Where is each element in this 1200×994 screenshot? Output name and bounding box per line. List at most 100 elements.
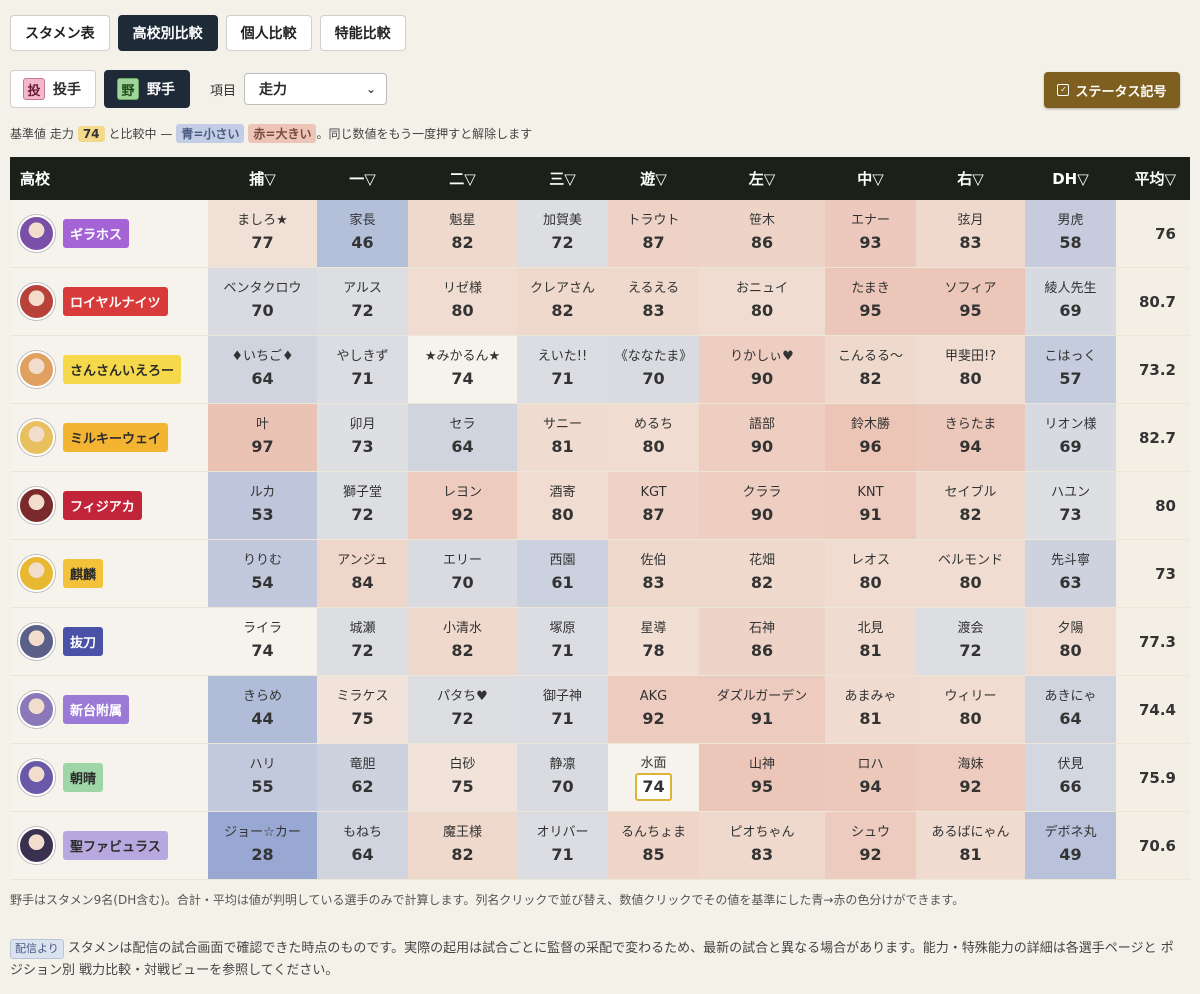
stat-value[interactable]: 86 xyxy=(751,641,773,660)
stat-value[interactable]: 54 xyxy=(251,573,273,592)
player-cell[interactable]: おニュイ 80 xyxy=(699,267,825,336)
stat-value[interactable]: 64 xyxy=(351,845,373,864)
player-cell[interactable]: 星導 78 xyxy=(608,607,699,676)
player-cell[interactable]: 綾人先生 69 xyxy=(1025,267,1116,336)
player-cell[interactable]: ベルモンド 80 xyxy=(916,539,1025,608)
player-cell[interactable]: 竜胆 62 xyxy=(317,743,408,812)
player-cell[interactable]: あまみゃ 81 xyxy=(825,675,916,744)
col-header-4[interactable]: 三▽ xyxy=(517,157,608,200)
player-cell[interactable]: えるえる 83 xyxy=(608,267,699,336)
player-cell[interactable]: 甲斐田!? 80 xyxy=(916,335,1025,404)
stat-value[interactable]: 92 xyxy=(642,709,664,728)
stat-value[interactable]: 74 xyxy=(635,772,672,801)
player-cell[interactable]: ダズルガーデン 91 xyxy=(699,675,825,744)
stat-value[interactable]: 80 xyxy=(859,573,881,592)
player-cell[interactable]: クララ 90 xyxy=(699,471,825,540)
player-cell[interactable]: セラ 64 xyxy=(408,403,517,472)
stat-value[interactable]: 95 xyxy=(751,777,773,796)
stat-value[interactable]: 28 xyxy=(251,845,273,864)
player-cell[interactable]: 魁星 82 xyxy=(408,200,517,268)
player-cell[interactable]: 酒寄 80 xyxy=(517,471,608,540)
pitcher-toggle[interactable]: 投 投手 xyxy=(10,70,96,108)
player-cell[interactable]: こんるる〜 82 xyxy=(825,335,916,404)
player-cell[interactable]: アンジュ 84 xyxy=(317,539,408,608)
player-cell[interactable]: AKG 92 xyxy=(608,675,699,744)
player-cell[interactable]: ベンタクロウ 70 xyxy=(208,267,317,336)
stat-value[interactable]: 71 xyxy=(551,369,573,388)
player-cell[interactable]: きらたま 94 xyxy=(916,403,1025,472)
player-cell[interactable]: こはっく 57 xyxy=(1025,335,1116,404)
stat-value[interactable]: 73 xyxy=(1059,505,1081,524)
stat-value[interactable]: 83 xyxy=(751,845,773,864)
player-cell[interactable]: 佐伯 83 xyxy=(608,539,699,608)
stat-value[interactable]: 63 xyxy=(1059,573,1081,592)
stat-value[interactable]: 77 xyxy=(251,233,273,252)
player-cell[interactable]: 獅子堂 72 xyxy=(317,471,408,540)
player-cell[interactable]: レヨン 92 xyxy=(408,471,517,540)
stat-value[interactable]: 81 xyxy=(959,845,981,864)
player-cell[interactable]: 小清水 82 xyxy=(408,607,517,676)
stat-value[interactable]: 80 xyxy=(959,369,981,388)
school-badge[interactable]: 麒麟 xyxy=(63,559,104,588)
player-cell[interactable]: 卯月 73 xyxy=(317,403,408,472)
stat-value[interactable]: 87 xyxy=(642,233,664,252)
player-cell[interactable]: エリー 70 xyxy=(408,539,517,608)
player-cell[interactable]: もねち 64 xyxy=(317,811,408,880)
player-cell[interactable]: 城瀬 72 xyxy=(317,607,408,676)
player-cell[interactable]: ルカ 53 xyxy=(208,471,317,540)
stat-value[interactable]: 57 xyxy=(1059,369,1081,388)
player-cell[interactable]: 白砂 75 xyxy=(408,743,517,812)
player-cell[interactable]: 鈴木勝 96 xyxy=(825,403,916,472)
stat-value[interactable]: 75 xyxy=(351,709,373,728)
school-badge[interactable]: さんさんいえろー xyxy=(63,355,182,384)
stat-value[interactable]: 61 xyxy=(551,573,573,592)
player-cell[interactable]: 御子神 71 xyxy=(517,675,608,744)
stat-value[interactable]: 85 xyxy=(642,845,664,864)
stat-value[interactable]: 80 xyxy=(751,301,773,320)
stat-value[interactable]: 82 xyxy=(451,641,473,660)
player-cell[interactable]: 水面 74 xyxy=(608,743,699,812)
player-cell[interactable]: あるばにゃん 81 xyxy=(916,811,1025,880)
player-cell[interactable]: るんちょま 85 xyxy=(608,811,699,880)
stat-value[interactable]: 83 xyxy=(642,573,664,592)
stat-value[interactable]: 86 xyxy=(751,233,773,252)
stat-value[interactable]: 81 xyxy=(859,709,881,728)
stat-value[interactable]: 75 xyxy=(451,777,473,796)
school-badge[interactable]: フィジアカ xyxy=(63,491,142,520)
player-cell[interactable]: りかしぃ♥ 90 xyxy=(699,335,825,404)
stat-value[interactable]: 96 xyxy=(859,437,881,456)
stat-value[interactable]: 80 xyxy=(959,709,981,728)
stat-value[interactable]: 72 xyxy=(351,641,373,660)
stat-value[interactable]: 90 xyxy=(751,437,773,456)
stat-value[interactable]: 64 xyxy=(251,369,273,388)
player-cell[interactable]: 叶 97 xyxy=(208,403,317,472)
stat-value[interactable]: 80 xyxy=(959,573,981,592)
stat-value[interactable]: 69 xyxy=(1059,437,1081,456)
stat-value[interactable]: 80 xyxy=(642,437,664,456)
status-symbol-button[interactable]: ✓ ステータス記号 xyxy=(1044,72,1180,108)
stat-value[interactable]: 94 xyxy=(959,437,981,456)
stat-value[interactable]: 81 xyxy=(551,437,573,456)
school-badge[interactable]: 朝晴 xyxy=(63,763,104,792)
stat-value[interactable]: 82 xyxy=(859,369,881,388)
stat-value[interactable]: 92 xyxy=(859,845,881,864)
player-cell[interactable]: ウィリー 80 xyxy=(916,675,1025,744)
stat-value[interactable]: 91 xyxy=(859,505,881,524)
school-badge[interactable]: ロイヤルナイツ xyxy=(63,287,168,316)
player-cell[interactable]: たまき 95 xyxy=(825,267,916,336)
stat-value[interactable]: 82 xyxy=(451,233,473,252)
col-header-2[interactable]: 一▽ xyxy=(317,157,408,200)
school-badge[interactable]: 新台附属 xyxy=(63,695,130,724)
stat-value[interactable]: 95 xyxy=(959,301,981,320)
player-cell[interactable]: 山神 95 xyxy=(699,743,825,812)
stat-value[interactable]: 44 xyxy=(251,709,273,728)
player-cell[interactable]: 男虎 58 xyxy=(1025,200,1116,268)
player-cell[interactable]: ピオちゃん 83 xyxy=(699,811,825,880)
player-cell[interactable]: レオス 80 xyxy=(825,539,916,608)
player-cell[interactable]: 塚原 71 xyxy=(517,607,608,676)
stat-value[interactable]: 94 xyxy=(859,777,881,796)
stat-value[interactable]: 87 xyxy=(642,505,664,524)
stat-value[interactable]: 46 xyxy=(351,233,373,252)
col-header-6[interactable]: 左▽ xyxy=(699,157,825,200)
school-badge[interactable]: 抜刀 xyxy=(63,627,104,656)
